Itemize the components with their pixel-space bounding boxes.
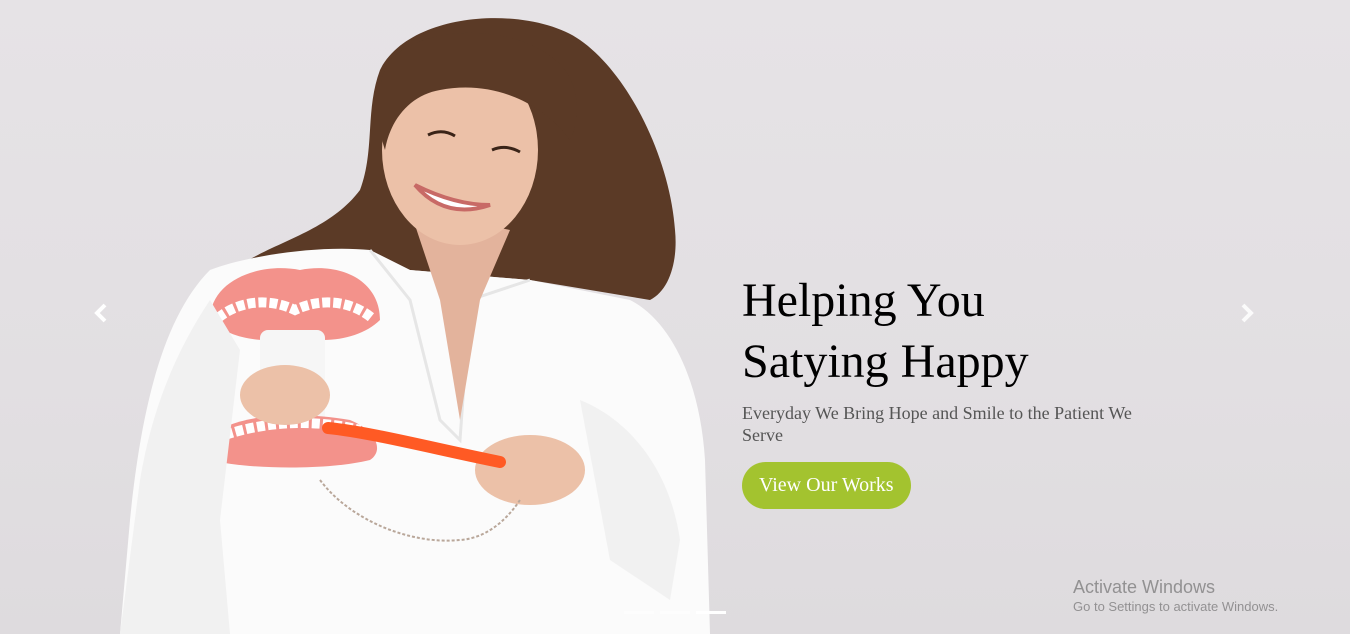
carousel-indicator-3[interactable]	[696, 611, 726, 614]
hero-photo	[120, 18, 710, 634]
carousel-indicator-1[interactable]	[624, 611, 654, 614]
chevron-left-icon	[93, 303, 109, 328]
carousel-indicators	[624, 611, 726, 614]
carousel-caption: Helping You Satying Happy Everyday We Br…	[742, 270, 1162, 509]
view-our-works-button[interactable]: View Our Works	[742, 462, 911, 509]
watermark-title: Activate Windows	[1073, 577, 1216, 597]
windows-activation-watermark: Activate Windows Go to Settings to activ…	[1073, 576, 1278, 616]
hero-subtext: Everyday We Bring Hope and Smile to the …	[742, 403, 1132, 445]
carousel-prev-button[interactable]	[86, 300, 116, 330]
watermark-subtitle: Go to Settings to activate Windows.	[1073, 599, 1279, 614]
hero-headline: Helping You Satying Happy	[742, 270, 1162, 392]
headline-line-2: Satying Happy	[742, 335, 1029, 388]
carousel-next-button[interactable]	[1232, 300, 1262, 330]
hero-carousel: Helping You Satying Happy Everyday We Br…	[0, 0, 1350, 634]
chevron-right-icon	[1239, 303, 1255, 328]
headline-line-1: Helping You	[742, 274, 985, 327]
carousel-indicator-2[interactable]	[660, 611, 690, 614]
